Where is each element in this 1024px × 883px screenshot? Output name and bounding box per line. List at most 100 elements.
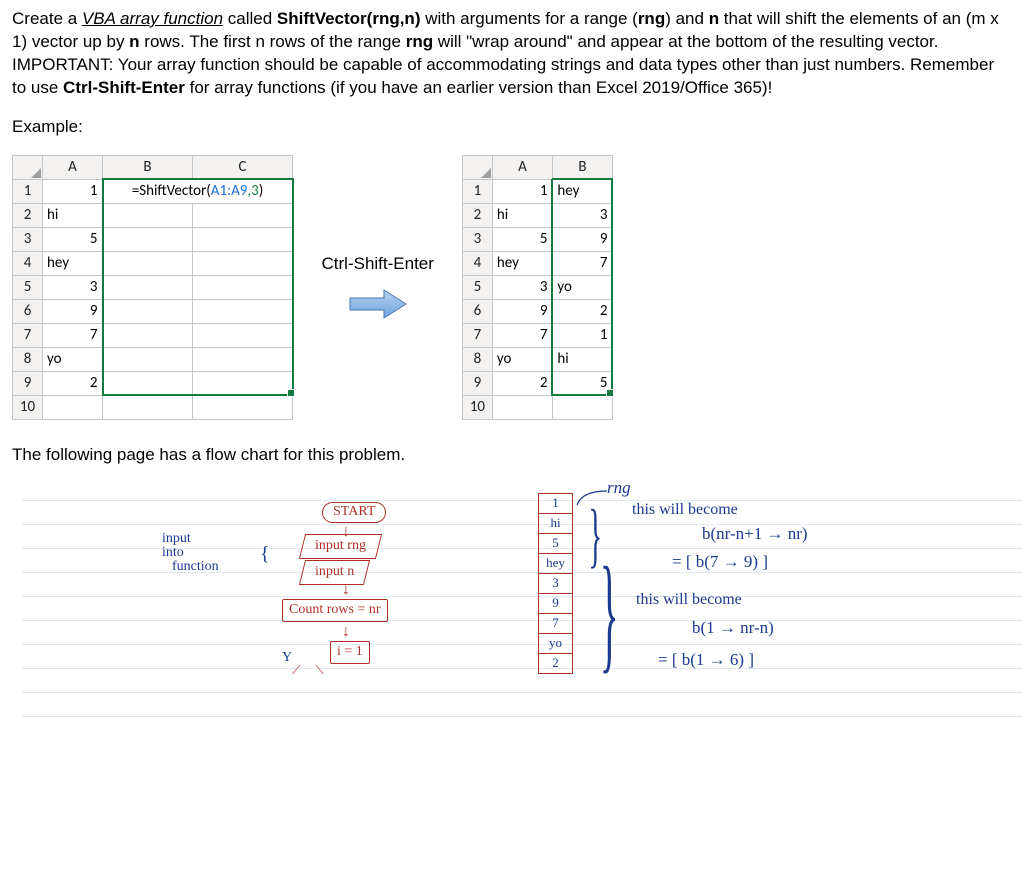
row-header[interactable]: 3 xyxy=(462,227,492,251)
flowchart-note: The following page has a flow chart for … xyxy=(12,444,1012,467)
cell[interactable] xyxy=(43,395,103,419)
note-bottom-2: b(1 → nr-n) xyxy=(692,617,774,640)
arg-rng: rng xyxy=(638,9,665,28)
cell[interactable]: hi xyxy=(43,203,103,227)
cell[interactable]: yo xyxy=(552,275,612,299)
cell[interactable] xyxy=(103,323,193,347)
arrow-right-icon xyxy=(348,286,408,322)
cell[interactable] xyxy=(103,371,193,395)
col-header-c[interactable]: C xyxy=(193,155,293,179)
cell[interactable]: 7 xyxy=(552,251,612,275)
cell[interactable]: hey xyxy=(43,251,103,275)
example-label: Example: xyxy=(12,116,1012,139)
term-ctrl-shift-enter: Ctrl-Shift-Enter xyxy=(63,78,185,97)
col-header-a[interactable]: A xyxy=(492,155,552,179)
cell[interactable]: yo xyxy=(492,347,552,371)
cell: 7 xyxy=(539,613,573,633)
row-header[interactable]: 5 xyxy=(462,275,492,299)
cell[interactable]: 9 xyxy=(492,299,552,323)
cell[interactable]: 5 xyxy=(552,371,612,395)
row-header[interactable]: 8 xyxy=(462,347,492,371)
row-header[interactable]: 4 xyxy=(13,251,43,275)
cell: yo xyxy=(539,633,573,653)
function-name: ShiftVector(rng,n) xyxy=(277,9,421,28)
arg-rng-2: rng xyxy=(406,32,433,51)
brace-bottom-icon: } xyxy=(600,555,619,672)
cell[interactable] xyxy=(193,275,293,299)
cell[interactable]: 2 xyxy=(552,299,612,323)
cell[interactable] xyxy=(492,395,552,419)
cell[interactable] xyxy=(103,275,193,299)
row-header[interactable]: 5 xyxy=(13,275,43,299)
row-header[interactable]: 1 xyxy=(13,179,43,203)
row-header[interactable]: 4 xyxy=(462,251,492,275)
cell[interactable]: 2 xyxy=(492,371,552,395)
cell[interactable]: 3 xyxy=(552,203,612,227)
cell[interactable] xyxy=(193,347,293,371)
cell[interactable]: 9 xyxy=(43,299,103,323)
cell[interactable] xyxy=(193,299,293,323)
cell[interactable]: 2 xyxy=(43,371,103,395)
cell[interactable] xyxy=(103,251,193,275)
cell[interactable]: 1 xyxy=(43,179,103,203)
select-all-corner[interactable] xyxy=(462,155,492,179)
formula-eq: =ShiftVector( xyxy=(132,182,211,200)
cell[interactable] xyxy=(193,251,293,275)
cell[interactable] xyxy=(103,347,193,371)
arrow-down-icon: ↓ xyxy=(342,621,350,643)
col-header-b[interactable]: B xyxy=(103,155,193,179)
col-header-a[interactable]: A xyxy=(43,155,103,179)
formula-cell[interactable]: =ShiftVector(A1:A9,3) xyxy=(103,179,293,203)
cell[interactable]: 3 xyxy=(492,275,552,299)
formula-ref: A1:A9 xyxy=(211,182,248,200)
cell[interactable] xyxy=(103,299,193,323)
cell[interactable] xyxy=(552,395,612,419)
cell[interactable] xyxy=(193,371,293,395)
row-header[interactable]: 10 xyxy=(462,395,492,419)
select-all-corner[interactable] xyxy=(13,155,43,179)
cell[interactable]: hey xyxy=(492,251,552,275)
row-header[interactable]: 9 xyxy=(462,371,492,395)
row-header[interactable]: 1 xyxy=(462,179,492,203)
cell[interactable] xyxy=(103,395,193,419)
cell: hey xyxy=(539,553,573,573)
cell[interactable]: 7 xyxy=(43,323,103,347)
cell[interactable]: 1 xyxy=(492,179,552,203)
cell[interactable]: hey xyxy=(552,179,612,203)
col-header-b[interactable]: B xyxy=(552,155,612,179)
row-header[interactable]: 6 xyxy=(13,299,43,323)
row-header[interactable]: 2 xyxy=(13,203,43,227)
cell: hi xyxy=(539,513,573,533)
cell[interactable]: 1 xyxy=(552,323,612,347)
cell[interactable]: yo xyxy=(43,347,103,371)
row-header[interactable]: 10 xyxy=(13,395,43,419)
text: for array functions (if you have an earl… xyxy=(185,78,772,97)
cell[interactable]: hi xyxy=(552,347,612,371)
row-header[interactable]: 6 xyxy=(462,299,492,323)
cell[interactable]: 7 xyxy=(492,323,552,347)
text: Create a xyxy=(12,9,82,28)
spreadsheet-before: A B C 1 1 =ShiftVector(A1:A9,3) 2hi 35 4… xyxy=(12,155,294,420)
row-header[interactable]: 8 xyxy=(13,347,43,371)
cell[interactable]: 5 xyxy=(43,227,103,251)
example-row: A B C 1 1 =ShiftVector(A1:A9,3) 2hi 35 4… xyxy=(12,155,1012,420)
cell[interactable]: 9 xyxy=(552,227,612,251)
row-header[interactable]: 2 xyxy=(462,203,492,227)
row-header[interactable]: 7 xyxy=(13,323,43,347)
text: ) and xyxy=(665,9,708,28)
row-header[interactable]: 9 xyxy=(13,371,43,395)
cell[interactable]: 3 xyxy=(43,275,103,299)
arg-n: n xyxy=(709,9,719,28)
cell[interactable]: 5 xyxy=(492,227,552,251)
cell[interactable]: hi xyxy=(492,203,552,227)
cell[interactable] xyxy=(103,203,193,227)
arrow-down-icon: ↓ xyxy=(342,579,350,601)
cell[interactable] xyxy=(193,323,293,347)
cell[interactable] xyxy=(103,227,193,251)
row-header[interactable]: 3 xyxy=(13,227,43,251)
cell[interactable] xyxy=(193,203,293,227)
cell[interactable] xyxy=(193,395,293,419)
text: rows. The first n rows of the range xyxy=(140,32,406,51)
row-header[interactable]: 7 xyxy=(462,323,492,347)
cell[interactable] xyxy=(193,227,293,251)
